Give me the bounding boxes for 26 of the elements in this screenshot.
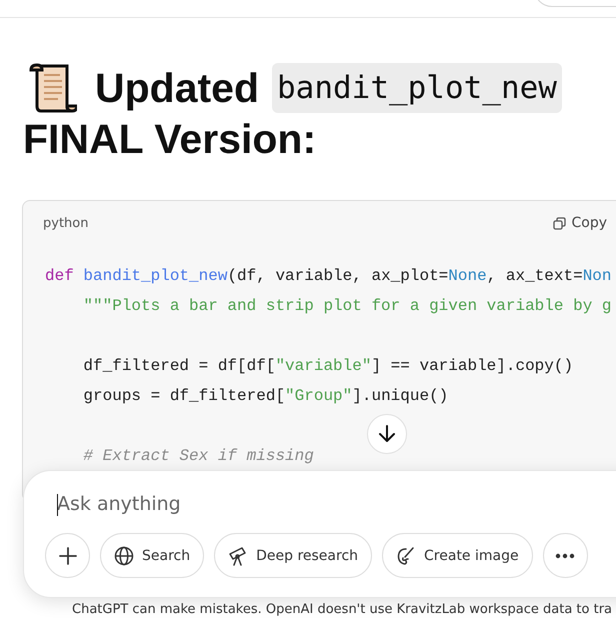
heading-text: Updated bbox=[95, 64, 259, 113]
copy-button[interactable]: Copy bbox=[553, 215, 607, 231]
more-button[interactable] bbox=[542, 533, 588, 578]
code-line: groups = df_filtered["Group"].unique() bbox=[82, 386, 450, 407]
language-label: python bbox=[43, 216, 88, 230]
search-button[interactable]: Search bbox=[100, 533, 204, 578]
image-button[interactable]: Create image bbox=[382, 533, 533, 578]
code-line: # Extract Sex if missing bbox=[82, 446, 315, 467]
scroll-icon bbox=[27, 62, 77, 114]
heading-text: FINAL Version: bbox=[23, 115, 318, 164]
research-button[interactable]: Deep research bbox=[214, 533, 372, 578]
telescope-icon bbox=[228, 546, 248, 566]
add-button[interactable] bbox=[45, 533, 90, 578]
plus-icon bbox=[58, 546, 76, 564]
ellipsis-icon bbox=[555, 552, 576, 558]
message-input[interactable]: Ask anything bbox=[57, 493, 357, 515]
code-line: df_filtered = df[df["variable"] == variable].copy() bbox=[82, 356, 574, 377]
scroll-down-button[interactable] bbox=[367, 414, 407, 454]
heading-code: bandit_plot_new bbox=[272, 63, 562, 113]
code-line: """Plots a bar and strip plot for a given variable by g bbox=[82, 296, 612, 317]
arrow-down-icon bbox=[378, 424, 396, 444]
brush-icon bbox=[396, 546, 416, 566]
disclaimer-text: ChatGPT can make mistakes. OpenAI doesn't use KravitzLab workspace data to tra bbox=[72, 602, 612, 617]
copy-icon bbox=[553, 216, 566, 230]
code-line: def bandit_plot_new(df, variable, ax_plot=None, ax_text=Non bbox=[45, 266, 613, 287]
globe-icon bbox=[114, 546, 134, 566]
